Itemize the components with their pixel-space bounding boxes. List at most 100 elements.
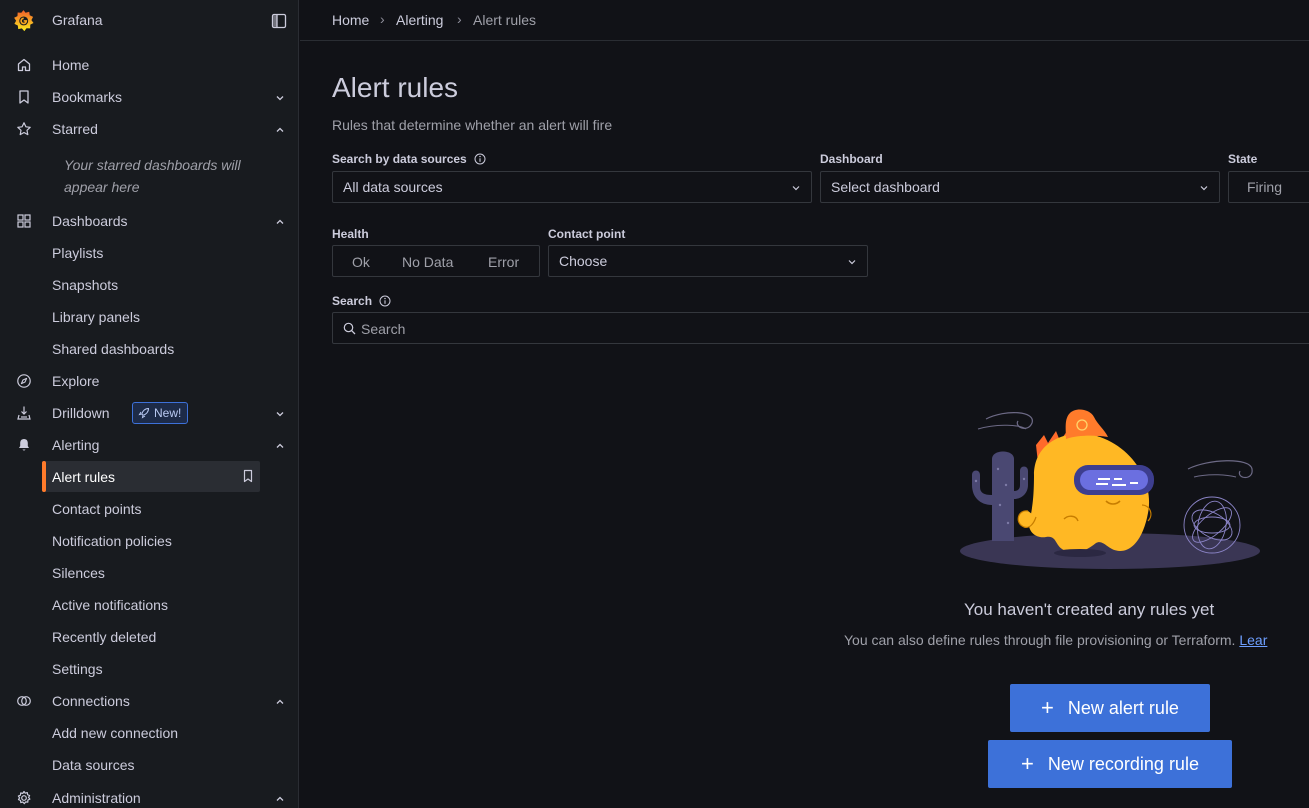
dock-menu-icon[interactable] xyxy=(271,13,287,29)
page-subtitle: Rules that determine whether an alert wi… xyxy=(332,117,613,133)
health-option-no-data[interactable]: No Data xyxy=(402,254,453,270)
sidebar-item-contact-points[interactable]: Contact points xyxy=(0,494,299,524)
state-option-firing: Firing xyxy=(1247,179,1283,195)
sidebar-item-alerting[interactable]: Alerting xyxy=(0,430,299,460)
starred-empty-message: Your starred dashboards will appear here xyxy=(64,157,241,195)
sidebar-item-label: Bookmarks xyxy=(52,89,123,105)
sidebar-item-label: Connections xyxy=(52,693,130,709)
sidebar-item-active-notifications[interactable]: Active notifications xyxy=(0,590,299,620)
chevron-up-icon[interactable] xyxy=(274,696,286,708)
sidebar-item-bookmarks[interactable]: Bookmarks xyxy=(0,82,299,112)
breadcrumb-current: Alert rules xyxy=(473,12,537,28)
info-icon[interactable] xyxy=(474,153,486,165)
plus-icon: + xyxy=(1021,751,1034,776)
sidebar-item-notification-policies[interactable]: Notification policies xyxy=(0,526,299,556)
sidebar-item-label: Add new connection xyxy=(52,725,179,741)
sidebar-item-label: Alerting xyxy=(52,437,100,453)
sidebar-item-silences[interactable]: Silences xyxy=(0,558,299,588)
search-icon xyxy=(343,322,356,335)
health-option-ok[interactable]: Ok xyxy=(352,254,370,270)
sidebar-item-recently-deleted[interactable]: Recently deleted xyxy=(0,622,299,652)
sidebar-item-playlists[interactable]: Playlists xyxy=(0,238,299,268)
chevron-down-icon xyxy=(848,260,856,265)
health-radio-group: Ok No Data Error xyxy=(332,245,540,277)
sidebar-item-alert-rules[interactable]: Alert rules xyxy=(42,461,260,492)
bookmark-icon xyxy=(19,90,29,104)
grafana-logo-icon[interactable] xyxy=(11,8,36,33)
sidebar-item-label: Dashboards xyxy=(52,213,128,229)
plus-icon: + xyxy=(1041,695,1054,720)
contact-point-select[interactable]: Choose xyxy=(548,245,868,277)
dashboard-select-value: Select dashboard xyxy=(831,179,940,195)
sidebar-item-explore[interactable]: Explore xyxy=(0,366,299,396)
sidebar-item-settings[interactable]: Settings xyxy=(0,654,299,684)
active-indicator xyxy=(42,461,46,492)
info-icon[interactable] xyxy=(379,295,391,307)
sidebar-item-label: Silences xyxy=(52,565,105,581)
sidebar-item-label: Settings xyxy=(52,661,103,677)
new-recording-rule-label: New recording rule xyxy=(1047,753,1199,774)
search-input[interactable]: Search xyxy=(332,312,1309,344)
sidebar-item-label: Administration xyxy=(52,790,141,806)
sidebar-item-label: Home xyxy=(52,57,90,73)
chevron-up-icon[interactable] xyxy=(274,793,286,805)
sidebar-item-label: Drilldown xyxy=(52,405,110,421)
dashboards-icon xyxy=(17,214,31,228)
sidebar-item-add-new-connection[interactable]: Add new connection xyxy=(0,718,299,748)
sidebar-item-starred[interactable]: Starred xyxy=(0,114,299,144)
new-badge-label: New! xyxy=(154,406,182,420)
chevron-up-icon[interactable] xyxy=(274,124,286,136)
new-alert-rule-label: New alert rule xyxy=(1067,697,1179,718)
sidebar-item-shared-dashboards[interactable]: Shared dashboards xyxy=(0,334,299,364)
empty-state-description: You can also define rules through file p… xyxy=(844,632,1267,648)
star-icon xyxy=(17,122,31,136)
dashboard-select[interactable]: Select dashboard xyxy=(820,171,1220,203)
learn-more-link[interactable]: Lear xyxy=(1239,632,1267,648)
sidebar-item-label: Active notifications xyxy=(52,597,168,613)
dashboard-filter-label: Dashboard xyxy=(820,152,883,166)
sidebar-item-label: Playlists xyxy=(52,245,104,261)
sidebar-item-snapshots[interactable]: Snapshots xyxy=(0,270,299,300)
sidebar-item-label: Alert rules xyxy=(52,469,116,485)
sidebar-item-library-panels[interactable]: Library panels xyxy=(0,302,299,332)
new-badge: New! xyxy=(132,402,189,424)
datasource-select[interactable]: All data sources xyxy=(332,171,812,203)
cog-icon xyxy=(17,790,31,805)
new-recording-rule-button[interactable]: + New recording rule xyxy=(988,740,1232,788)
app-name[interactable]: Grafana xyxy=(52,12,103,28)
breadcrumb-alerting[interactable]: Alerting xyxy=(396,12,443,28)
sidebar-item-administration[interactable]: Administration xyxy=(0,783,299,808)
empty-state-title: You haven't created any rules yet xyxy=(964,600,1215,619)
breadcrumb-separator-icon: › xyxy=(380,11,385,27)
sidebar-item-label: Recently deleted xyxy=(52,629,157,645)
sidebar-item-dashboards[interactable]: Dashboards xyxy=(0,206,299,236)
search-label: Search xyxy=(332,294,391,308)
chevron-up-icon[interactable] xyxy=(274,440,286,452)
sidebar-item-label: Data sources xyxy=(52,757,135,773)
chevron-down-icon[interactable] xyxy=(274,92,286,104)
breadcrumb: Home › Alerting › Alert rules xyxy=(300,0,1309,41)
health-filter-label: Health xyxy=(332,227,369,241)
compass-icon xyxy=(17,374,31,388)
state-radio-firing[interactable]: Firing xyxy=(1228,171,1309,203)
sidebar-item-label: Library panels xyxy=(52,309,140,325)
sidebar-item-label: Notification policies xyxy=(52,533,172,549)
sidebar-item-label: Shared dashboards xyxy=(52,341,175,357)
breadcrumb-separator-icon: › xyxy=(457,11,462,27)
sidebar-item-home[interactable]: Home xyxy=(0,50,299,80)
new-alert-rule-button[interactable]: + New alert rule xyxy=(1010,684,1210,732)
chevron-up-icon[interactable] xyxy=(274,216,286,228)
connections-icon xyxy=(17,696,31,706)
sidebar-item-data-sources[interactable]: Data sources xyxy=(0,750,299,780)
datasource-filter-label-text: Search by data sources xyxy=(332,152,467,166)
empty-state-description-text: You can also define rules through file p… xyxy=(844,632,1236,648)
sidebar-item-connections[interactable]: Connections xyxy=(0,686,299,716)
bookmark-icon[interactable] xyxy=(241,469,255,483)
page-title: Alert rules xyxy=(332,72,459,103)
breadcrumb-home[interactable]: Home xyxy=(332,12,369,28)
sidebar-item-label: Snapshots xyxy=(52,277,119,293)
state-filter-label: State xyxy=(1228,152,1258,166)
sidebar-item-label: Explore xyxy=(52,373,100,389)
health-option-error[interactable]: Error xyxy=(488,254,519,270)
chevron-down-icon[interactable] xyxy=(274,408,286,420)
